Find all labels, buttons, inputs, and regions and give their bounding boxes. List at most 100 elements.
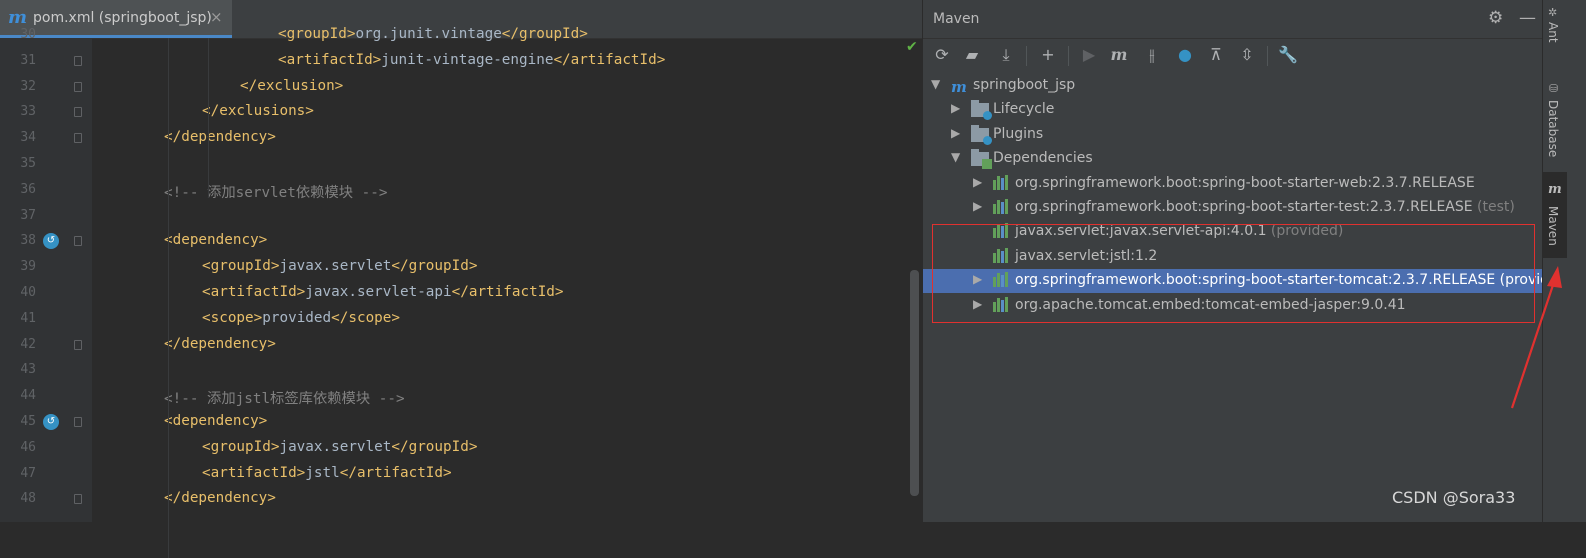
library-icon — [993, 296, 1011, 316]
tree-node-label: Dependencies — [993, 150, 1093, 167]
fold-marker-icon[interactable] — [74, 417, 82, 427]
tree-node-library[interactable]: ▶ org.springframework.boot:spring-boot-st… — [923, 172, 1543, 196]
tree-node-label: javax.servlet:jstl:1.2 — [1015, 247, 1158, 264]
editor-scrollbar[interactable] — [910, 270, 919, 496]
overrides-gutter-icon[interactable]: ↺ — [43, 414, 59, 430]
code-line[interactable]: 48 </dependency> — [0, 487, 922, 512]
database-tool-tab[interactable]: ⛁ Database — [1543, 80, 1567, 162]
code-line[interactable]: 36 <!-- 添加servlet依赖模块 --> — [0, 178, 922, 203]
maven-tool-tab[interactable]: m Maven — [1543, 172, 1567, 258]
code-line[interactable]: 35 — [0, 152, 922, 177]
collapse-arrow-icon[interactable]: ▶ — [973, 199, 982, 213]
code-line[interactable]: 44 <!-- 添加jstl标签库依赖模块 --> — [0, 384, 922, 409]
code-line[interactable]: 47 <artifactId>jstl</artifactId> — [0, 462, 922, 487]
fold-marker-icon[interactable] — [74, 107, 82, 118]
ant-tool-tab[interactable]: ✲ Ant — [1543, 6, 1567, 64]
code-line[interactable]: 33 </exclusions> — [0, 100, 922, 125]
tree-node-label: javax.servlet:javax.servlet-api:4.0.1 (p… — [1015, 223, 1344, 240]
code-line[interactable]: 38 ↺ <dependency> — [0, 229, 922, 254]
tree-node-library[interactable]: javax.servlet:javax.servlet-api:4.0.1 (p… — [923, 220, 1543, 244]
maven-goal-icon[interactable]: m — [1108, 44, 1130, 66]
code-line[interactable]: 43 — [0, 358, 922, 383]
overrides-gutter-icon[interactable]: ↺ — [43, 233, 59, 250]
collapse-arrow-icon[interactable]: ▶ — [951, 101, 960, 115]
code-line[interactable]: 39 <groupId>javax.servlet</groupId> — [0, 255, 922, 280]
tree-node-label: org.springframework.boot:spring-boot-sta… — [1015, 199, 1515, 215]
code-line[interactable]: 31 <artifactId>junit-vintage-engine</arti… — [0, 49, 922, 74]
code-line[interactable]: 45 ↺ <dependency> — [0, 410, 922, 435]
reload-icon[interactable]: ⟳ — [931, 44, 953, 66]
line-number: 35 — [20, 156, 36, 171]
line-number: 39 — [20, 259, 36, 275]
line-number: 30 — [20, 27, 36, 42]
tree-node-library[interactable]: ▶ org.apache.tomcat.embed:tomcat-embed-ja… — [923, 294, 1543, 318]
line-number: 33 — [20, 104, 36, 120]
tree-node-label: Lifecycle — [993, 101, 1055, 118]
indent-guide — [168, 38, 169, 558]
run-icon[interactable]: ▶ — [1078, 44, 1100, 66]
tree-node-library[interactable]: ▶ org.springframework.boot:spring-boot-st… — [923, 196, 1543, 220]
tree-node-library[interactable]: ▶ org.springframework.boot:spring-boot-st… — [923, 269, 1572, 294]
watermark-text: CSDN @Sora33 — [1392, 488, 1516, 507]
indent-guide — [208, 38, 209, 198]
fold-marker-icon[interactable] — [74, 236, 82, 247]
collapse-arrow-icon[interactable]: ▶ — [973, 272, 982, 286]
tree-node-label: org.springframework.boot:spring-boot-sta… — [1015, 174, 1475, 191]
collapse-arrow-icon[interactable]: ▶ — [951, 126, 960, 140]
tree-node-lifecycle-folder[interactable]: ▶ Lifecycle — [923, 98, 1543, 122]
download-icon[interactable]: ⤓ — [995, 44, 1017, 66]
collapse-arrow-icon[interactable]: ▶ — [973, 297, 982, 311]
code-line[interactable]: 46 <groupId>javax.servlet</groupId> — [0, 436, 922, 461]
fold-marker-icon[interactable] — [74, 133, 82, 144]
expand-arrow-icon[interactable]: ▼ — [931, 77, 940, 91]
line-number: 44 — [20, 388, 36, 404]
tree-node-dependencies-folder[interactable]: ▼ Dependencies — [923, 147, 1543, 171]
gear-icon[interactable]: ⚙ — [1488, 8, 1503, 28]
library-icon — [993, 174, 1011, 194]
dependencies-folder-icon — [971, 149, 992, 170]
skip-tests-icon[interactable]: ● — [1174, 44, 1196, 66]
maven-project-icon: m — [951, 78, 967, 96]
code-line[interactable]: 32 </exclusion> — [0, 75, 922, 100]
library-icon — [993, 247, 1011, 267]
library-icon — [993, 223, 1011, 242]
dependency-scope: (test) — [1472, 199, 1515, 215]
code-text: <dependency> — [164, 232, 268, 249]
maven-toolbar: ⟳ ▰ ⤓ + ▶ m ⫲ ● ⊼ ⇳ 🔧 — [923, 40, 1543, 72]
show-dependencies-icon[interactable]: ⊼ — [1205, 44, 1227, 66]
maven-title: Maven — [933, 11, 980, 27]
tree-node-plugins-folder[interactable]: ▶ Plugins — [923, 123, 1543, 147]
minimize-icon[interactable]: — — [1519, 8, 1536, 28]
code-line[interactable]: 37 — [0, 204, 922, 229]
code-line[interactable]: 40 <artifactId>javax.servlet-api</artifac… — [0, 281, 922, 306]
code-line[interactable]: 41 <scope>provided</scope> — [0, 307, 922, 332]
line-number: 31 — [20, 52, 36, 68]
inspection-ok-icon[interactable]: ✔ — [906, 39, 918, 55]
tree-node-library[interactable]: javax.servlet:jstl:1.2 — [923, 245, 1543, 269]
tree-node-maven-project[interactable]: ▼ m springboot_jsp — [923, 74, 1543, 98]
line-number: 42 — [20, 336, 36, 352]
fold-marker-icon[interactable] — [74, 339, 82, 350]
settings-wrench-icon[interactable]: 🔧 — [1277, 44, 1299, 66]
plugins-folder-icon — [971, 124, 992, 145]
code-text: </exclusion> — [240, 77, 344, 94]
line-number: 38 — [20, 233, 36, 249]
collapse-arrow-icon[interactable]: ▶ — [973, 175, 982, 189]
toggle-offline-icon[interactable]: ⫲ — [1141, 44, 1163, 66]
tree-node-label: org.apache.tomcat.embed:tomcat-embed-jas… — [1015, 296, 1406, 313]
code-line[interactable]: 42 </dependency> — [0, 333, 922, 358]
code-text: <!-- 添加servlet依赖模块 --> — [164, 184, 388, 201]
fold-marker-icon[interactable] — [74, 55, 82, 66]
database-icon: ⛁ — [1549, 82, 1559, 95]
generate-sources-icon[interactable]: ▰ — [961, 44, 983, 66]
library-icon — [993, 199, 1011, 218]
fold-marker-icon[interactable] — [74, 494, 82, 505]
code-line[interactable]: 34 </dependency> — [0, 126, 922, 151]
code-line[interactable]: 30 <groupId>org.junit.vintage</groupId> — [0, 23, 922, 48]
expand-arrow-icon[interactable]: ▼ — [951, 150, 960, 164]
add-icon[interactable]: + — [1037, 44, 1059, 66]
maven-tab-label: Maven — [1546, 206, 1560, 246]
collapse-all-icon[interactable]: ⇳ — [1236, 44, 1258, 66]
fold-marker-icon[interactable] — [74, 81, 82, 92]
code-editor[interactable]: m pom.xml (springboot_jsp) × 30 <groupId>… — [0, 0, 922, 558]
